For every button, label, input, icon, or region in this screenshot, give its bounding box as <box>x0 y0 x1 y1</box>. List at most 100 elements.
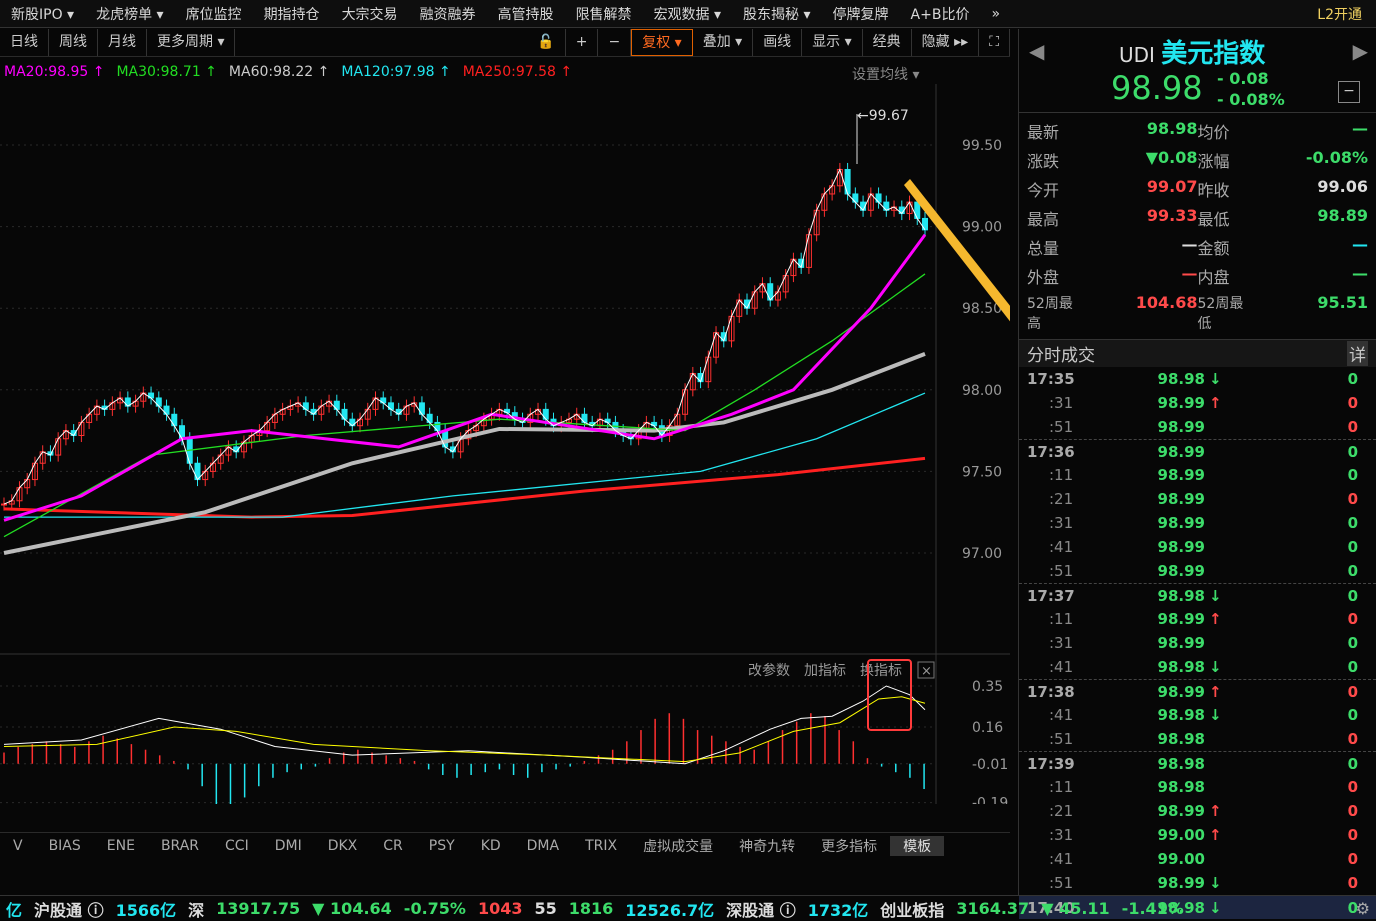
tick-volume: 0 <box>1347 418 1358 436</box>
candle <box>124 391 131 413</box>
nav-item[interactable]: 新股IPO ▾ <box>0 4 85 24</box>
stat-value: 99.33 <box>1146 206 1198 225</box>
tick-row: :31 98.99 0 <box>1019 631 1376 655</box>
candle <box>836 162 843 193</box>
tick-volume: 0 <box>1347 874 1358 892</box>
nav-item[interactable]: 期指持仓 <box>253 4 331 24</box>
l2-button[interactable]: L2开通 <box>1306 4 1376 24</box>
period-tab[interactable]: 周线 <box>49 29 98 56</box>
nav-item[interactable]: 股东揭秘 ▾ <box>732 4 821 24</box>
stat-label: 外盘 <box>1027 268 1060 287</box>
candle <box>844 162 851 201</box>
tick-time: :41 <box>1049 658 1074 676</box>
y-tick-label: 98.00 <box>962 383 1002 399</box>
toolbar-item[interactable]: 隐藏 ▸▸ <box>912 29 980 56</box>
stat-value: 99.06 <box>1317 177 1368 196</box>
lock-icon[interactable]: 🔓 <box>527 29 566 56</box>
tick-price: 98.98 <box>1157 586 1205 605</box>
stat-label: 最新 <box>1027 123 1060 142</box>
ticks-title: 分时成交 <box>1027 346 1095 366</box>
nav-item[interactable]: 停牌复牌 <box>822 4 900 24</box>
indicator-tab[interactable]: BIAS <box>36 838 94 854</box>
status-item: -1.41% <box>1121 899 1184 918</box>
indicator-tab[interactable]: V <box>0 838 36 854</box>
stat-value: 95.51 <box>1317 293 1368 312</box>
fullscreen-icon[interactable]: ⛶ <box>979 29 1010 56</box>
toolbar-item[interactable]: 画线 <box>753 29 803 56</box>
status-item: 3164.37 <box>956 899 1030 918</box>
candle <box>302 396 309 416</box>
nav-item[interactable]: 高管持股 <box>487 4 565 24</box>
status-bar: 亿沪股通 ⓘ 1566亿深 13917.75 ▼ 104.64 -0.75% 1043 55… <box>0 895 1376 921</box>
indicator-tab[interactable]: ENE <box>94 838 148 854</box>
tick-time: :11 <box>1049 466 1074 484</box>
indicator-tab[interactable]: PSY <box>416 838 468 854</box>
indicator-tab[interactable]: CR <box>370 838 416 854</box>
nav-item[interactable]: 融资融券 <box>409 4 487 24</box>
indicator-tab[interactable]: 虚拟成交量 <box>630 836 726 856</box>
tick-volume: 0 <box>1347 610 1358 628</box>
stat-value: 98.98 <box>1146 119 1198 138</box>
indicator-tab[interactable]: 更多指标 <box>808 836 890 856</box>
toolbar-item[interactable]: 显示 ▾ <box>802 29 863 56</box>
nav-item[interactable]: » <box>980 6 1011 22</box>
tick-time: :21 <box>1049 490 1074 508</box>
adjust-button[interactable]: 复权 ▾ <box>631 29 693 56</box>
y-tick-label: 99.50 <box>962 138 1002 154</box>
candle <box>798 252 805 274</box>
indicator-tab[interactable]: KD <box>468 838 514 854</box>
indicator-tab[interactable]: DMI <box>262 838 315 854</box>
toolbar-item[interactable]: 叠加 ▾ <box>693 29 754 56</box>
indicator-tab[interactable]: DMA <box>514 838 572 854</box>
period-tab[interactable]: 月线 <box>98 29 147 56</box>
tick-row: :21 98.99 ↑ 0 <box>1019 799 1376 823</box>
macd-y-tick: 0.35 <box>972 679 1003 695</box>
indicator-control[interactable]: 改参数 <box>748 662 790 679</box>
tick-row: :51 98.99 0 <box>1019 415 1376 439</box>
tick-volume: 0 <box>1347 682 1358 701</box>
indicator-tab[interactable]: 模板 <box>890 835 945 856</box>
zoom-out-button[interactable]: − <box>598 29 632 56</box>
kline-chart[interactable]: 99.50 99.00 98.50 98.00 97.50 97.00 ←99.67 0.35… <box>0 84 1010 804</box>
tick-list[interactable]: 17:35 98.98 ↓ 0:31 98.99 ↑ 0:51 98.99 0 17:36 98.9… <box>1019 367 1376 919</box>
indicator-tab[interactable]: DKX <box>315 838 371 854</box>
indicator-tab[interactable]: 神奇九转 <box>726 836 808 856</box>
tick-time: :11 <box>1049 778 1074 796</box>
prev-arrow-icon[interactable]: ◀ <box>1029 39 1044 63</box>
tick-time: :51 <box>1049 730 1074 748</box>
candle <box>109 396 116 416</box>
nav-item[interactable]: 限售解禁 <box>565 4 643 24</box>
tick-time: 17:38 <box>1027 682 1075 701</box>
tick-time: :31 <box>1049 394 1074 412</box>
period-tab[interactable]: 更多周期 ▾ <box>147 29 236 56</box>
zoom-in-button[interactable]: + <box>566 29 599 56</box>
candle <box>217 448 224 470</box>
settings-icon[interactable]: ⚙ <box>1350 899 1376 918</box>
indicator-control[interactable]: 加指标 <box>804 663 846 679</box>
collapse-icon[interactable]: − <box>1338 81 1360 103</box>
candle <box>867 187 874 217</box>
candle <box>357 412 364 433</box>
indicator-tab[interactable]: CCI <box>212 838 262 854</box>
nav-item[interactable]: 宏观数据 ▾ <box>643 4 732 24</box>
detail-button[interactable]: 详 <box>1347 341 1368 366</box>
tick-time: :51 <box>1049 874 1074 892</box>
indicator-control[interactable]: 换指标 <box>860 662 902 679</box>
indicator-tab[interactable]: TRIX <box>572 838 630 854</box>
tick-row: :41 98.99 0 <box>1019 535 1376 559</box>
quote-percent: - 0.08% <box>1217 90 1285 109</box>
candle <box>341 402 348 426</box>
nav-item[interactable]: 大宗交易 <box>331 4 409 24</box>
nav-item[interactable]: 席位监控 <box>175 4 253 24</box>
candle <box>194 456 201 487</box>
nav-item[interactable]: A+B比价 <box>900 4 981 24</box>
period-tab[interactable]: 日线 <box>0 29 49 56</box>
set-ma-button[interactable]: 设置均线 ▾ <box>852 64 919 84</box>
arrow-up-icon: ↑ <box>1209 826 1222 844</box>
toolbar-item[interactable]: 经典 <box>863 29 912 56</box>
candle <box>418 396 425 421</box>
tick-row: :31 99.00 ↑ 0 <box>1019 823 1376 847</box>
next-arrow-icon[interactable]: ▶ <box>1353 39 1368 63</box>
indicator-tab[interactable]: BRAR <box>148 838 212 854</box>
nav-item[interactable]: 龙虎榜单 ▾ <box>85 4 174 24</box>
